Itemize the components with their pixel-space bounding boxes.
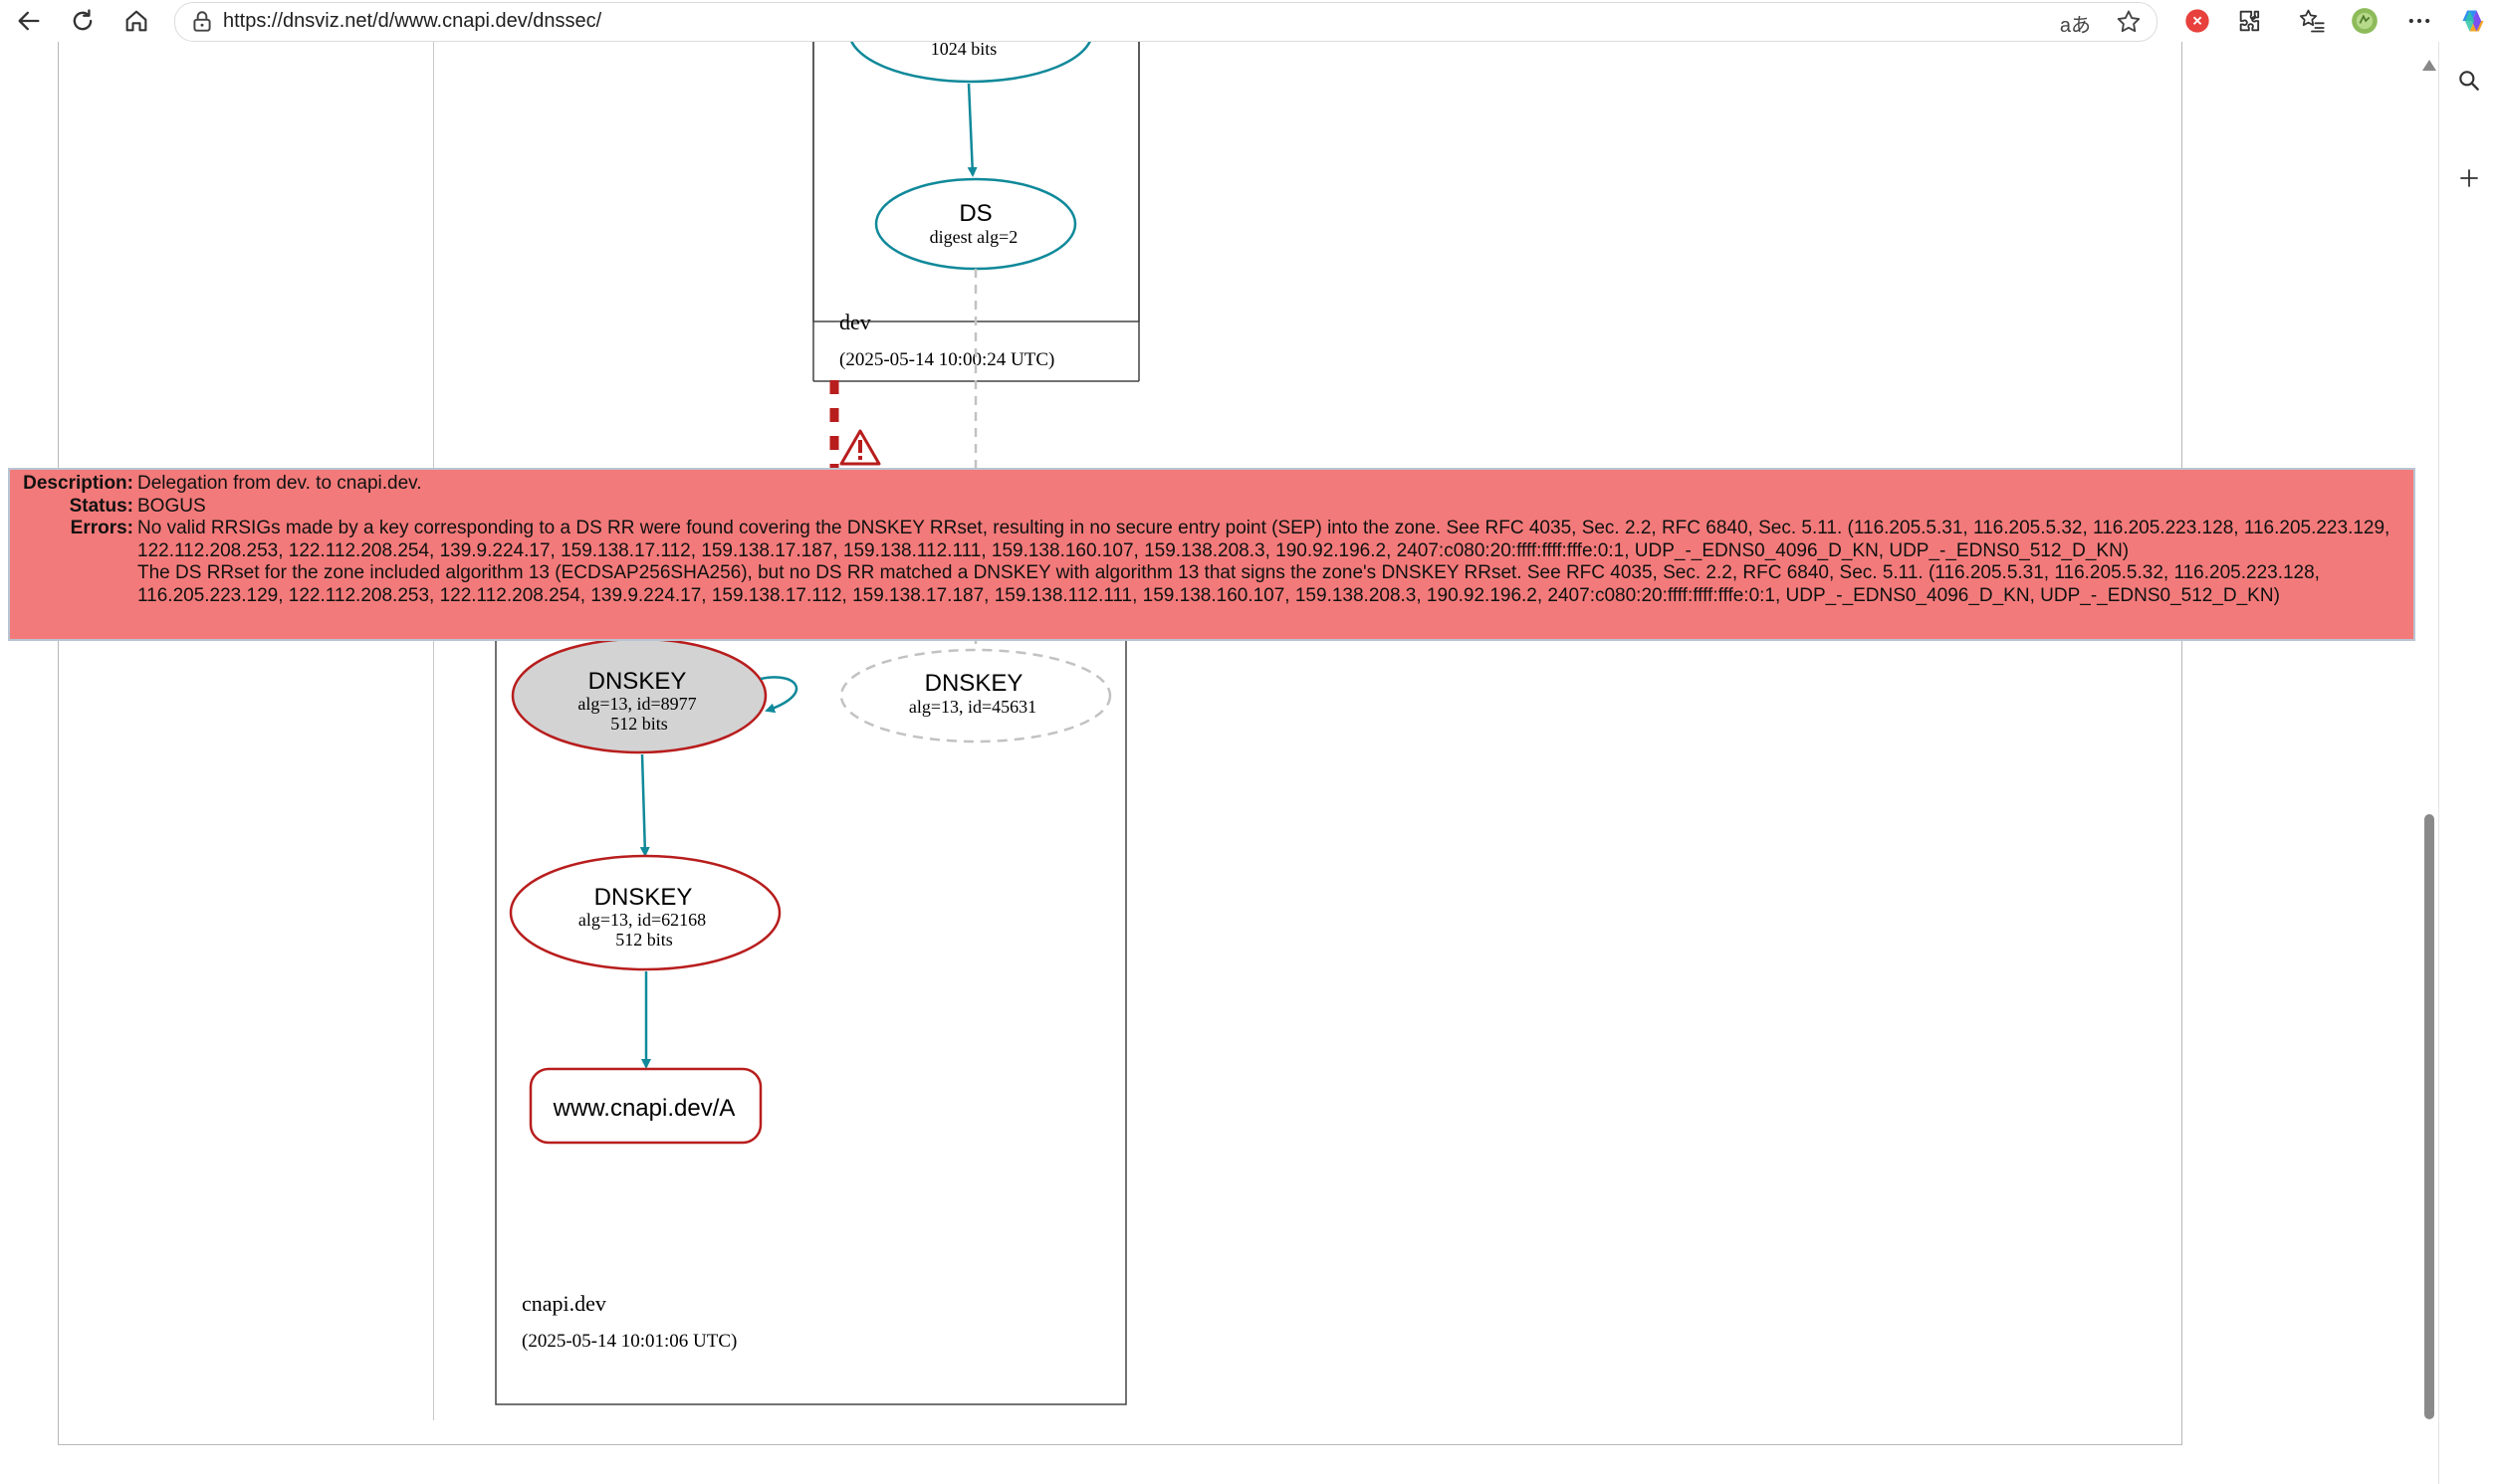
rrset-label: www.cnapi.dev/A (553, 1095, 736, 1122)
browser-toolbar: https://dnsviz.net/d/www.cnapi.dev/dnsse… (0, 0, 2499, 43)
read-aloud-icon[interactable]: aあ (2060, 9, 2091, 38)
tooltip-errors-row: Errors: No valid RRSIGs made by a key co… (16, 518, 2407, 607)
ds-node-subtitle: digest alg=2 (930, 227, 1019, 247)
dnssec-graph: 1024 bits DS digest alg=2 dev (2025-05-1… (495, 42, 1140, 1405)
tooltip-description-label: Description: (23, 473, 133, 494)
favorites-button[interactable] (2297, 6, 2327, 36)
home-button[interactable] (121, 6, 151, 36)
plus-icon (2460, 169, 2478, 187)
dnskey-8977-title: DNSKEY (588, 668, 687, 695)
copilot-icon (2462, 10, 2484, 32)
dnskey-62168-title: DNSKEY (594, 884, 693, 911)
tooltip-error-2: The DS RRset for the zone included algor… (137, 562, 2320, 606)
extensions-button[interactable] (2235, 6, 2265, 36)
address-bar[interactable]: https://dnsviz.net/d/www.cnapi.dev/dnsse… (174, 2, 2158, 42)
zone-timestamp-dev: (2025-05-14 10:00:24 UTC) (839, 349, 1054, 370)
dnskey-45631-title: DNSKEY (925, 670, 1023, 697)
avatar (2352, 8, 2378, 34)
reload-button[interactable] (68, 6, 98, 36)
arrow-left-icon (18, 11, 40, 31)
dnskey-dev-bits-text: 1024 bits (931, 42, 998, 59)
tooltip-status-label: Status: (69, 495, 133, 517)
dnskey-8977-line1: alg=13, id=8977 (577, 694, 696, 714)
home-icon (125, 10, 147, 32)
lock-icon[interactable] (189, 9, 215, 35)
dnskey-8977-line2: 512 bits (610, 714, 668, 734)
url-text[interactable]: https://dnsviz.net/d/www.cnapi.dev/dnsse… (223, 10, 601, 33)
more-icon (2408, 18, 2430, 24)
tooltip-status-row: Status: BOGUS (16, 496, 2407, 519)
tooltip-status: BOGUS (137, 495, 206, 517)
tooltip-errors-label: Errors: (70, 518, 133, 538)
scroll-thumb[interactable] (2424, 814, 2434, 1419)
extension-button[interactable]: ✕ (2182, 6, 2212, 36)
zone-name-dev: dev (839, 310, 871, 334)
page-scrollbar[interactable] (2419, 42, 2439, 1484)
zone-timestamp-cnapi: (2025-05-14 10:01:06 UTC) (522, 1331, 737, 1352)
puzzle-icon (2239, 10, 2260, 32)
delegation-tooltip: Description: Delegation from dev. to cna… (8, 468, 2415, 641)
edge-ksk-to-zsk[interactable] (639, 753, 650, 857)
tooltip-description: Delegation from dev. to cnapi.dev. (137, 473, 422, 494)
scroll-up-arrow[interactable] (2422, 60, 2436, 71)
dnskey-62168-line2: 512 bits (615, 930, 673, 950)
tooltip-errors: No valid RRSIGs made by a key correspond… (137, 518, 2407, 607)
svg-text:✕: ✕ (2192, 14, 2203, 29)
warning-icon[interactable] (839, 429, 881, 466)
reload-icon (73, 9, 93, 31)
zone-name-cnapi: cnapi.dev (522, 1291, 606, 1316)
dnskey-45631-line1: alg=13, id=45631 (909, 697, 1036, 717)
browser-sidebar (2438, 42, 2499, 1484)
favorites-icon (2299, 9, 2325, 33)
tooltip-description-row: Description: Delegation from dev. to cna… (16, 473, 2407, 496)
tooltip-error-1: No valid RRSIGs made by a key correspond… (137, 518, 2390, 561)
profile-button[interactable] (2350, 6, 2380, 36)
ds-node-title: DS (959, 200, 992, 227)
zone-box-cnapi (495, 638, 1127, 1405)
page-content: 1024 bits DS digest alg=2 dev (2025-05-1… (0, 42, 2419, 1484)
back-button[interactable] (14, 6, 44, 36)
extension-badge-icon: ✕ (2185, 9, 2209, 33)
star-icon[interactable] (2115, 8, 2143, 36)
copilot-button[interactable] (2458, 6, 2488, 36)
sidebar-add-button[interactable] (2454, 163, 2484, 193)
edge-dnskey-to-ds[interactable] (967, 83, 978, 177)
more-button[interactable] (2404, 6, 2434, 36)
sidebar-search-button[interactable] (2454, 66, 2484, 96)
search-icon (2459, 71, 2479, 91)
dnskey-62168-line1: alg=13, id=62168 (578, 910, 706, 930)
